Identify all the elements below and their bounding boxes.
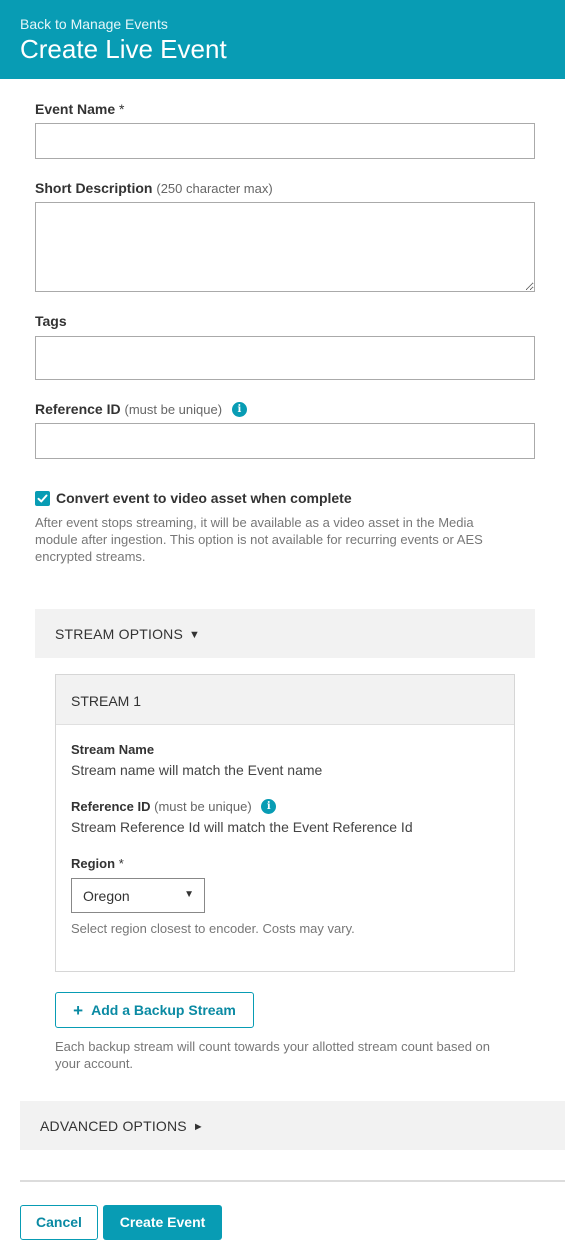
- convert-to-video-help: After event stops streaming, it will be …: [35, 514, 483, 565]
- region-help: Select region closest to encoder. Costs …: [71, 921, 355, 936]
- stream-card: STREAM 1 Stream Name Stream name will ma…: [55, 674, 515, 972]
- region-label-text: Region: [71, 856, 116, 871]
- info-icon[interactable]: i: [261, 799, 277, 815]
- stream-card-title: STREAM 1: [71, 693, 142, 709]
- short-description-label-text: Short Description: [35, 180, 153, 196]
- region-label: Region *: [71, 856, 124, 871]
- backup-stream-help: Each backup stream will count towards yo…: [55, 1038, 490, 1072]
- create-event-button[interactable]: Create Event: [103, 1205, 222, 1240]
- short-description-hint: (250 character max): [156, 181, 273, 196]
- event-name-label: Event Name *: [35, 101, 125, 117]
- checkmark-icon: [37, 494, 48, 503]
- stream-name-text: Stream name will match the Event name: [71, 762, 323, 778]
- advanced-options-title: ADVANCED OPTIONS ►: [40, 1118, 204, 1134]
- plus-icon: +: [73, 1001, 84, 1020]
- footer-divider: [20, 1180, 565, 1182]
- stream-reference-id-label-text: Reference ID: [71, 799, 151, 814]
- page-header: Back to Manage Events Create Live Event: [0, 0, 565, 79]
- stream-name-label: Stream Name: [71, 742, 155, 757]
- stream-card-header: STREAM 1: [56, 675, 514, 725]
- add-backup-stream-button[interactable]: + Add a Backup Stream: [55, 992, 254, 1028]
- region-select-value: Oregon: [83, 888, 130, 904]
- tags-label: Tags: [35, 313, 67, 329]
- stream-options-title: STREAM OPTIONS ▼: [55, 626, 200, 642]
- triangle-right-icon: ►: [192, 1121, 204, 1133]
- cancel-button[interactable]: Cancel: [20, 1205, 98, 1240]
- short-description-label: Short Description (250 character max): [35, 180, 273, 196]
- reference-id-hint: (must be unique): [124, 402, 223, 417]
- help-line: After event stops streaming, it will be …: [35, 515, 474, 530]
- help-line: Each backup stream will count towards yo…: [55, 1039, 491, 1054]
- short-description-textarea[interactable]: [35, 202, 535, 292]
- help-line: your account.: [55, 1056, 134, 1071]
- stream-options-title-text: STREAM OPTIONS: [55, 626, 184, 642]
- convert-to-video-label[interactable]: Convert event to video asset when comple…: [56, 490, 352, 506]
- back-to-manage-events-link[interactable]: Back to Manage Events: [20, 16, 168, 32]
- advanced-options-title-text: ADVANCED OPTIONS: [40, 1118, 187, 1134]
- event-name-label-text: Event Name: [35, 101, 116, 117]
- event-name-input[interactable]: [35, 123, 535, 159]
- reference-id-label-text: Reference ID: [35, 401, 121, 417]
- stream-options-toggle[interactable]: STREAM OPTIONS ▼: [35, 609, 535, 658]
- help-line: module after ingestion. This option is n…: [35, 532, 483, 547]
- add-backup-stream-label: Add a Backup Stream: [91, 1002, 236, 1018]
- advanced-options-toggle[interactable]: ADVANCED OPTIONS ►: [20, 1101, 565, 1150]
- triangle-down-icon: ▼: [189, 629, 201, 641]
- stream-reference-id-text: Stream Reference Id will match the Event…: [71, 819, 413, 835]
- reference-id-label: Reference ID (must be unique) i: [35, 401, 247, 418]
- stream-reference-id-label: Reference ID (must be unique) i: [71, 799, 277, 815]
- info-icon[interactable]: i: [231, 401, 247, 417]
- stream-reference-id-hint: (must be unique): [154, 799, 252, 814]
- region-select[interactable]: Oregon ▼: [71, 878, 205, 913]
- required-mark: *: [119, 101, 125, 117]
- page-title: Create Live Event: [20, 34, 227, 64]
- required-mark: *: [118, 856, 124, 871]
- tags-input[interactable]: [35, 336, 535, 380]
- help-line: encrypted streams.: [35, 549, 146, 564]
- reference-id-input[interactable]: [35, 423, 535, 459]
- tags-label-text: Tags: [35, 313, 67, 329]
- convert-to-video-checkbox[interactable]: [35, 491, 50, 506]
- chevron-down-icon: ▼: [184, 889, 194, 900]
